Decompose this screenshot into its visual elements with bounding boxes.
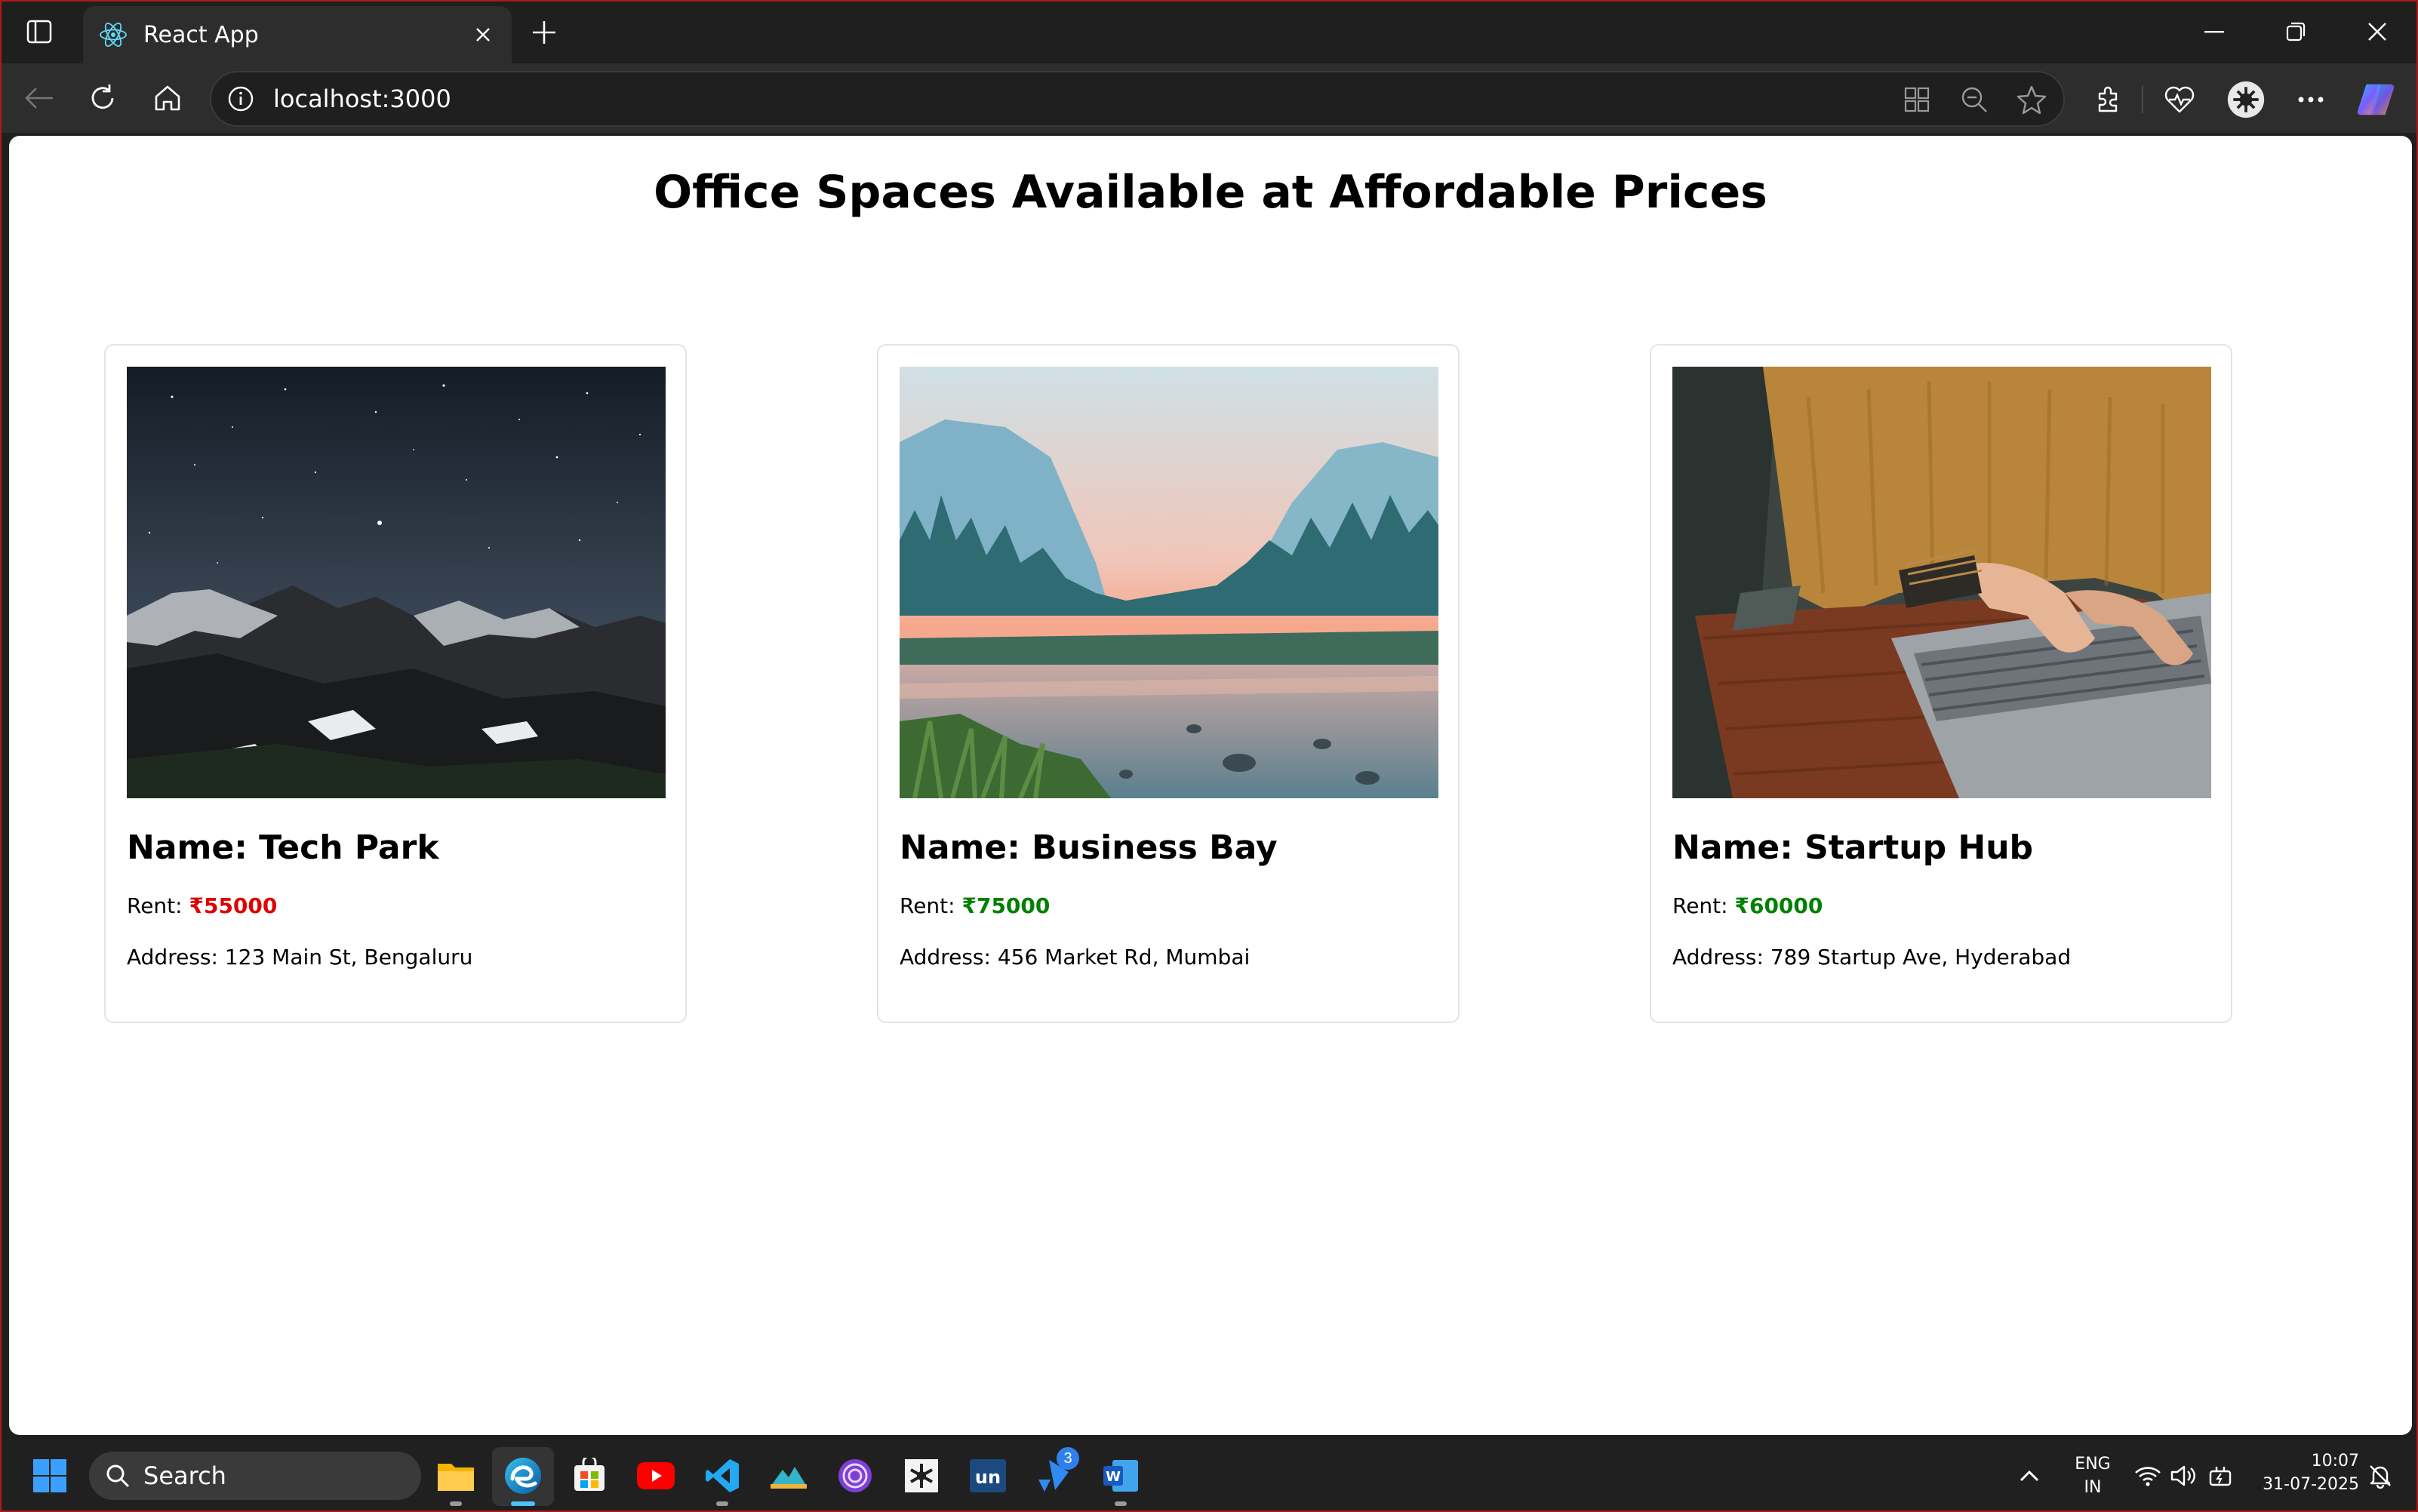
unity-icon[interactable] <box>899 1453 944 1498</box>
office-address: Address: 456 Market Rd, Mumbai <box>900 945 1251 970</box>
taskbar-search[interactable]: Search <box>89 1452 421 1500</box>
sidebar-icon[interactable] <box>20 15 59 48</box>
clock-date: 31-07-2025 <box>2263 1475 2359 1494</box>
profile-icon[interactable] <box>2226 80 2266 119</box>
page-viewport: Office Spaces Available at Affordable Pr… <box>9 136 2412 1435</box>
office-rent: Rent: ₹55000 <box>127 893 277 918</box>
notification-bell-icon[interactable] <box>2362 1453 2398 1498</box>
office-rent: Rent: ₹60000 <box>1672 893 1823 918</box>
url-text[interactable]: localhost:3000 <box>273 72 451 125</box>
restore-icon[interactable] <box>2275 12 2317 51</box>
active-indicator <box>511 1501 535 1506</box>
language-code: ENG <box>2075 1455 2111 1474</box>
address-bar[interactable]: localhost:3000 <box>210 71 2065 127</box>
close-icon[interactable] <box>468 20 498 50</box>
home-icon[interactable] <box>149 80 186 116</box>
office-image-forest-river-valley <box>900 367 1438 798</box>
tab-title: React App <box>143 21 259 48</box>
office-rent: Rent: ₹75000 <box>900 893 1050 918</box>
edge-icon[interactable] <box>500 1453 546 1498</box>
page-title: Office Spaces Available at Affordable Pr… <box>654 166 1767 219</box>
office-name: Name: Startup Hub <box>1672 828 2034 867</box>
running-indicator <box>716 1501 728 1506</box>
file-explorer-icon[interactable] <box>433 1453 478 1498</box>
rent-price: ₹60000 <box>1734 893 1823 918</box>
rent-label: Rent: <box>900 893 962 918</box>
notification-badge: 3 <box>1057 1447 1079 1470</box>
language-indicator[interactable]: ENG IN <box>2066 1455 2119 1497</box>
info-icon[interactable] <box>225 83 257 115</box>
close-window-icon[interactable] <box>2356 12 2398 51</box>
microsoft-store-icon[interactable] <box>567 1453 612 1498</box>
mountain-app-icon[interactable] <box>766 1453 811 1498</box>
toolbar-divider <box>2142 86 2143 113</box>
rent-price: ₹75000 <box>961 893 1051 918</box>
browser-toolbar: localhost:3000 <box>2 63 2416 133</box>
search-icon <box>106 1464 130 1488</box>
windows-start-icon[interactable] <box>27 1453 72 1498</box>
windows-taskbar: Search un 3 W ENG IN 10:07 31-07-2025 <box>2 1440 2416 1510</box>
office-name: Name: Business Bay <box>900 828 1278 867</box>
refresh-icon[interactable] <box>85 80 121 116</box>
plus-icon[interactable] <box>525 14 563 51</box>
chevron-up-icon[interactable] <box>2012 1453 2047 1498</box>
zoom-out-icon[interactable] <box>1958 83 1991 116</box>
svg-text:un: un <box>975 1467 1001 1488</box>
apps-icon[interactable] <box>1900 83 1933 116</box>
running-indicator <box>450 1501 462 1506</box>
office-card: Name: Business Bay Rent: ₹75000 Address:… <box>877 344 1460 1023</box>
volume-icon[interactable] <box>2166 1453 2202 1498</box>
star-icon[interactable] <box>2015 83 2048 116</box>
unstop-icon[interactable]: un <box>965 1453 1011 1498</box>
react-favicon <box>95 17 131 53</box>
health-icon[interactable] <box>2160 80 2199 119</box>
word-icon[interactable]: W <box>1098 1453 1143 1498</box>
office-card: Name: Tech Park Rent: ₹55000 Address: 12… <box>104 344 687 1023</box>
tab-react-app[interactable]: React App <box>83 6 512 63</box>
rent-price: ₹55000 <box>189 893 278 918</box>
browser-titlebar: React App <box>2 2 2416 63</box>
office-address: Address: 789 Startup Ave, Hyderabad <box>1672 945 2072 970</box>
clock[interactable]: 10:07 31-07-2025 <box>2253 1452 2359 1494</box>
tor-browser-icon[interactable] <box>832 1453 878 1498</box>
vscode-icon[interactable] <box>700 1453 745 1498</box>
battery-charging-icon[interactable] <box>2202 1453 2238 1498</box>
office-address: Address: 123 Main St, Bengaluru <box>127 945 473 970</box>
youtube-icon[interactable] <box>633 1453 678 1498</box>
running-indicator <box>1115 1501 1127 1506</box>
minimize-icon[interactable] <box>2193 12 2235 51</box>
more-icon[interactable] <box>2291 80 2330 119</box>
copilot-icon[interactable] <box>2356 80 2395 119</box>
office-card: Name: Startup Hub Rent: ₹60000 Address: … <box>1650 344 2232 1023</box>
search-label: Search <box>143 1461 226 1490</box>
clock-time: 10:07 <box>2311 1452 2359 1471</box>
office-image-person-typing-laptop <box>1672 367 2211 798</box>
svg-text:W: W <box>1106 1469 1121 1485</box>
office-image-starry-mountains <box>127 367 666 798</box>
office-name: Name: Tech Park <box>127 828 439 867</box>
extensions-icon[interactable] <box>2089 80 2128 119</box>
rent-label: Rent: <box>127 893 189 918</box>
region-code: IN <box>2084 1478 2102 1497</box>
back-icon[interactable] <box>21 80 57 116</box>
wifi-icon[interactable] <box>2130 1453 2166 1498</box>
rent-label: Rent: <box>1672 893 1735 918</box>
